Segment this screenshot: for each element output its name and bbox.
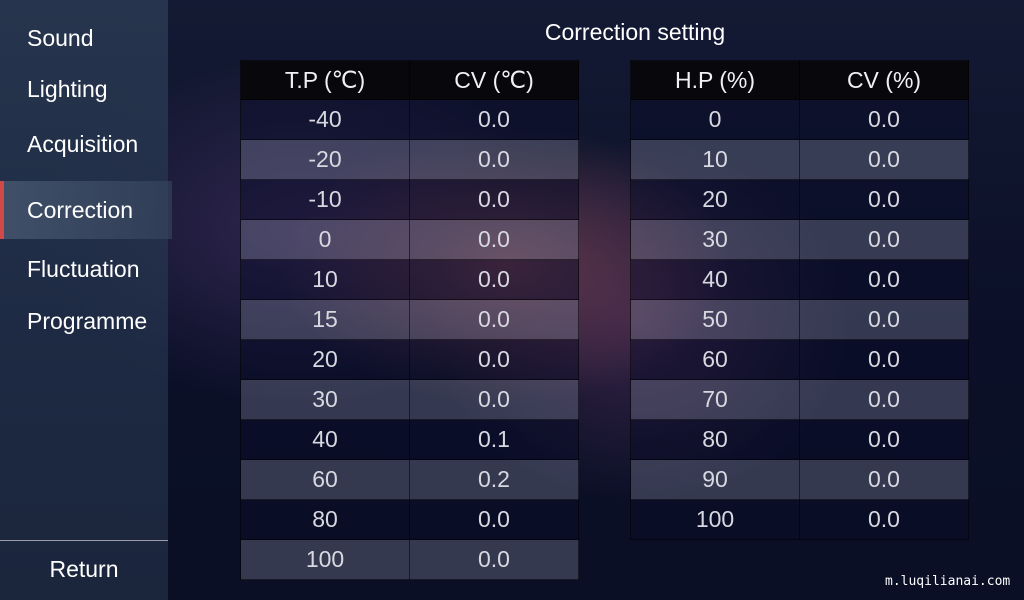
cv-value-cell[interactable]: 0.0 [409, 379, 579, 420]
temperature-point-cell: 0 [240, 219, 410, 260]
humidity-correction-table: H.P (%) CV (%) 0 0.0 10 0.0 20 0.0 30 0.0 40 0.0 5… [630, 60, 969, 540]
table-row: 80 0.0 [240, 499, 579, 540]
sidebar-item-sound[interactable]: Sound [0, 9, 168, 67]
humidity-point-cell: 10 [630, 139, 800, 180]
table-row: 20 0.0 [240, 339, 579, 380]
temperature-point-cell: 40 [240, 419, 410, 460]
sidebar-item-programme[interactable]: Programme [0, 292, 168, 350]
temperature-point-cell: 15 [240, 299, 410, 340]
humidity-point-cell: 80 [630, 419, 800, 460]
table-row: -10 0.0 [240, 179, 579, 220]
table-row: 70 0.0 [630, 379, 969, 420]
column-header-hp: H.P (%) [630, 60, 800, 100]
sidebar-item-label: Acquisition [27, 131, 139, 157]
temperature-point-cell: 20 [240, 339, 410, 380]
sidebar-item-label: Programme [27, 308, 148, 334]
sidebar-item-label: Correction [27, 197, 134, 223]
sidebar-item-label: Sound [27, 25, 94, 51]
sidebar: Sound Lighting Acquisition Correction Fl… [0, 0, 172, 600]
table-row: 0 0.0 [240, 219, 579, 260]
table-row: 50 0.0 [630, 299, 969, 340]
return-button[interactable]: Return [0, 541, 168, 600]
table-row: 80 0.0 [630, 419, 969, 460]
table-row: 90 0.0 [630, 459, 969, 500]
humidity-point-cell: 0 [630, 99, 800, 140]
table-row: 10 0.0 [630, 139, 969, 180]
sidebar-item-label: Fluctuation [27, 256, 140, 282]
temperature-point-cell: 100 [240, 539, 410, 580]
temperature-point-cell: 30 [240, 379, 410, 420]
cv-value-cell[interactable]: 0.0 [409, 179, 579, 220]
column-header-cv: CV (℃) [409, 60, 579, 100]
temperature-point-cell: 60 [240, 459, 410, 500]
cv-value-cell[interactable]: 0.2 [409, 459, 579, 500]
sidebar-item-acquisition[interactable]: Acquisition [0, 115, 168, 173]
cv-value-cell[interactable]: 0.0 [799, 379, 969, 420]
humidity-point-cell: 30 [630, 219, 800, 260]
sidebar-item-fluctuation[interactable]: Fluctuation [0, 240, 168, 298]
cv-value-cell[interactable]: 0.0 [409, 499, 579, 540]
table-row: 0 0.0 [630, 99, 969, 140]
column-header-cv: CV (%) [799, 60, 969, 100]
sidebar-item-lighting[interactable]: Lighting [0, 60, 168, 118]
table-row: 60 0.2 [240, 459, 579, 500]
cv-value-cell[interactable]: 0.0 [409, 219, 579, 260]
temperature-point-cell: -20 [240, 139, 410, 180]
cv-value-cell[interactable]: 0.0 [409, 99, 579, 140]
humidity-point-cell: 20 [630, 179, 800, 220]
table-row: 40 0.0 [630, 259, 969, 300]
cv-value-cell[interactable]: 0.0 [799, 339, 969, 380]
column-header-tp: T.P (℃) [240, 60, 410, 100]
cv-value-cell[interactable]: 0.1 [409, 419, 579, 460]
cv-value-cell[interactable]: 0.0 [799, 99, 969, 140]
table-row: 100 0.0 [630, 499, 969, 540]
cv-value-cell[interactable]: 0.0 [799, 179, 969, 220]
table-row: 30 0.0 [240, 379, 579, 420]
table-header-row: H.P (%) CV (%) [630, 60, 969, 100]
cv-value-cell[interactable]: 0.0 [409, 139, 579, 180]
temperature-point-cell: -10 [240, 179, 410, 220]
table-row: 30 0.0 [630, 219, 969, 260]
cv-value-cell[interactable]: 0.0 [409, 539, 579, 580]
table-row: 100 0.0 [240, 539, 579, 580]
table-row: -20 0.0 [240, 139, 579, 180]
cv-value-cell[interactable]: 0.0 [409, 339, 579, 380]
page-title: Correction setting [544, 19, 726, 45]
table-row: 15 0.0 [240, 299, 579, 340]
cv-value-cell[interactable]: 0.0 [409, 299, 579, 340]
humidity-point-cell: 70 [630, 379, 800, 420]
cv-value-cell[interactable]: 0.0 [799, 499, 969, 540]
table-row: 40 0.1 [240, 419, 579, 460]
sidebar-item-correction[interactable]: Correction [0, 181, 172, 239]
table-row: 10 0.0 [240, 259, 579, 300]
cv-value-cell[interactable]: 0.0 [799, 219, 969, 260]
table-row: -40 0.0 [240, 99, 579, 140]
temperature-correction-table: T.P (℃) CV (℃) -40 0.0 -20 0.0 -10 0.0 0 0.0 10 0… [240, 60, 579, 580]
watermark: m.luqilianai.com [885, 574, 1011, 589]
temperature-point-cell: -40 [240, 99, 410, 140]
cv-value-cell[interactable]: 0.0 [409, 259, 579, 300]
table-row: 60 0.0 [630, 339, 969, 380]
cv-value-cell[interactable]: 0.0 [799, 419, 969, 460]
humidity-point-cell: 90 [630, 459, 800, 500]
temperature-point-cell: 80 [240, 499, 410, 540]
table-row: 20 0.0 [630, 179, 969, 220]
humidity-point-cell: 60 [630, 339, 800, 380]
cv-value-cell[interactable]: 0.0 [799, 139, 969, 180]
cv-value-cell[interactable]: 0.0 [799, 259, 969, 300]
table-header-row: T.P (℃) CV (℃) [240, 60, 579, 100]
temperature-point-cell: 10 [240, 259, 410, 300]
sidebar-item-label: Lighting [27, 76, 108, 102]
humidity-point-cell: 50 [630, 299, 800, 340]
cv-value-cell[interactable]: 0.0 [799, 299, 969, 340]
cv-value-cell[interactable]: 0.0 [799, 459, 969, 500]
humidity-point-cell: 40 [630, 259, 800, 300]
humidity-point-cell: 100 [630, 499, 800, 540]
